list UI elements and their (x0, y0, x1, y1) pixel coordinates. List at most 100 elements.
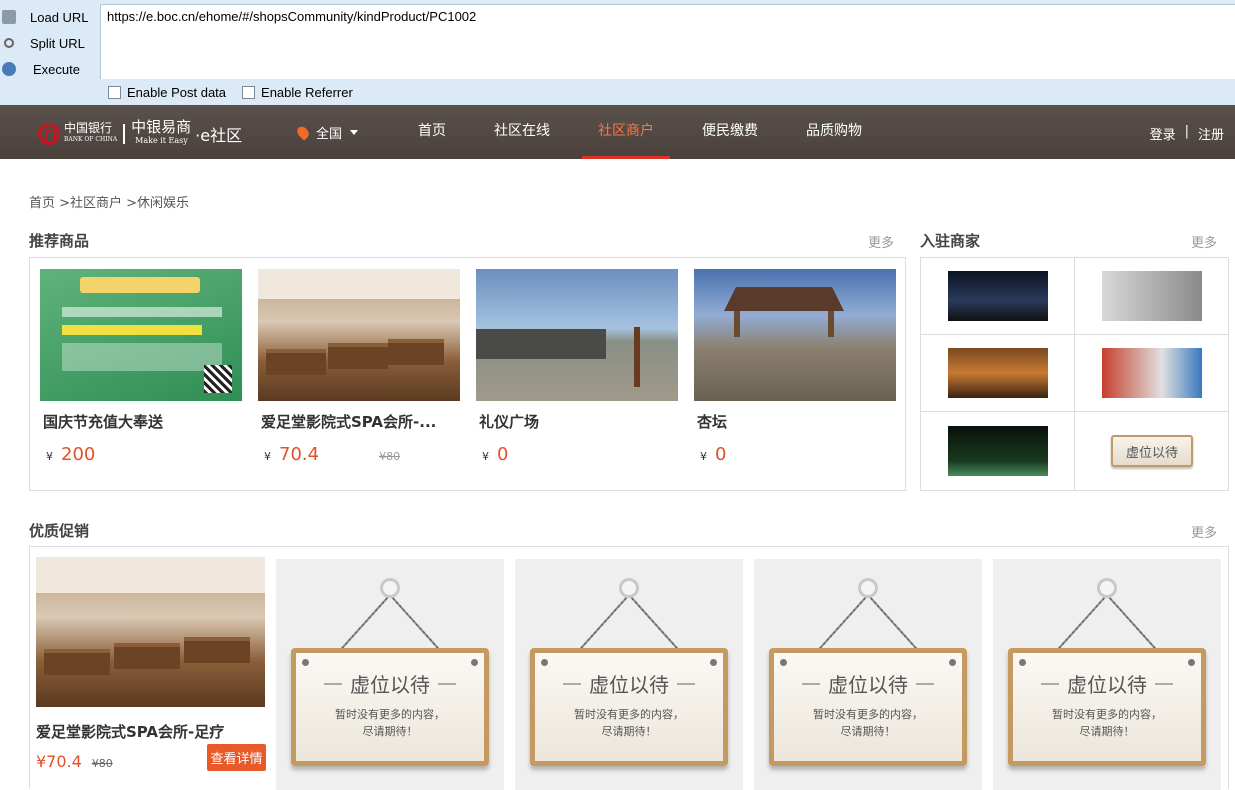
placeholder-text: 暂时没有更多的内容， 尽请期待！ (296, 706, 484, 740)
product-price-row: ¥ 70.4 ¥80 (264, 444, 460, 465)
merchant-tile[interactable] (921, 412, 1075, 490)
merchant-logo[interactable] (1102, 348, 1202, 398)
merchant-logo[interactable] (947, 426, 1048, 476)
placeholder-line: 暂时没有更多的内容， (813, 708, 923, 721)
play-icon (2, 62, 16, 76)
site-nav: 中国银行 BANK OF CHINA 中银易商 Make it Easy ·e社… (0, 105, 1235, 159)
product-price: 0 (497, 444, 509, 465)
boc-logo-icon (38, 123, 60, 145)
hook-icon (380, 578, 400, 598)
placeholder-title: 虚位以待 (296, 669, 484, 698)
product-price: 70.4 (279, 444, 320, 465)
product-image[interactable] (258, 269, 460, 401)
placeholder-panel: 虚位以待 暂时没有更多的内容， 尽请期待！ (515, 559, 743, 790)
auth-separator: | (1184, 124, 1189, 139)
breadcrumb[interactable]: 首页 >社区商户 >休闲娱乐 (29, 192, 189, 211)
register-link[interactable]: 注册 (1198, 124, 1224, 143)
merchant-tile[interactable] (921, 258, 1075, 335)
merchants-more-link[interactable]: 更多 (1191, 232, 1217, 251)
product-name[interactable]: 爱足堂影院式SPA会所-... (261, 411, 460, 432)
promotions-section: 爱足堂影院式SPA会所-足疗 ¥70.4 ¥80 查看详情 虚位以待 暂时没有更… (29, 546, 1229, 790)
location-label: 全国 (316, 127, 343, 142)
enable-referrer-label: Enable Referrer (261, 84, 353, 100)
product-card[interactable]: 爱足堂影院式SPA会所-... ¥ 70.4 ¥80 (258, 269, 460, 465)
location-selector[interactable]: 全国 (294, 123, 359, 142)
currency-symbol: ¥ (264, 450, 271, 463)
scissors-icon (4, 38, 14, 48)
placeholder-line: 尽请期待！ (1079, 725, 1135, 738)
recommended-more-link[interactable]: 更多 (868, 232, 894, 251)
product-card[interactable]: 杏坛 ¥ 0 (694, 269, 896, 465)
product-card[interactable]: 国庆节充值大奉送 ¥ 200 (40, 269, 242, 465)
checkbox-box[interactable] (108, 85, 121, 99)
placeholder-panel: 虚位以待 暂时没有更多的内容， 尽请期待！ (754, 559, 982, 790)
placeholder-line: 尽请期待！ (601, 725, 657, 738)
merchants-title: 入驻商家 (920, 232, 981, 250)
product-image[interactable] (40, 269, 242, 401)
currency-symbol: ¥ (46, 450, 53, 463)
merchant-logo[interactable] (947, 271, 1048, 321)
placeholder-title: 虚位以待 (1013, 669, 1201, 698)
product-price-row: ¥ 200 (46, 444, 242, 465)
placeholder-line: 暂时没有更多的内容， (335, 708, 445, 721)
hackbar-toolbar: Load URL Split URL Execute https://e.boc… (0, 0, 1235, 105)
url-textarea[interactable]: https://e.boc.cn/ehome/#/shopsCommunity/… (100, 4, 1235, 79)
promotion-price-row: ¥70.4 ¥80 查看详情 (36, 744, 266, 780)
product-image[interactable] (694, 269, 896, 401)
product-image[interactable] (476, 269, 678, 401)
checkbox-box[interactable] (242, 85, 256, 99)
menu-item-bill-payment[interactable]: 便民缴费 (686, 105, 774, 159)
merchant-logo[interactable] (947, 348, 1048, 398)
promotion-price: ¥70.4 (36, 752, 82, 771)
split-url-label: Split URL (30, 35, 85, 51)
menu-item-home[interactable]: 首页 (402, 105, 462, 159)
placeholder-title: 虚位以待 (535, 669, 723, 698)
product-name[interactable]: 国庆节充值大奉送 (43, 411, 242, 432)
hackbar-options: Enable Post data Enable Referrer (100, 80, 361, 104)
placeholder-text: 暂时没有更多的内容， 尽请期待！ (535, 706, 723, 740)
merchants-grid: 虚位以待 (920, 257, 1229, 491)
promotion-card[interactable]: 爱足堂影院式SPA会所-足疗 ¥70.4 ¥80 查看详情 (36, 557, 266, 780)
enable-referrer-checkbox[interactable]: Enable Referrer (242, 85, 353, 100)
promotion-image[interactable] (36, 557, 265, 707)
placeholder-panel: 虚位以待 暂时没有更多的内容， 尽请期待！ (993, 559, 1221, 790)
product-name[interactable]: 礼仪广场 (479, 411, 678, 432)
recommended-title: 推荐商品 (29, 232, 90, 250)
load-url-button[interactable]: Load URL (0, 4, 100, 30)
execute-label: Execute (33, 61, 80, 77)
merchant-placeholder-tile: 虚位以待 (1075, 412, 1229, 490)
product-name[interactable]: 杏坛 (697, 411, 896, 432)
split-url-button[interactable]: Split URL (0, 30, 100, 56)
location-pin-icon (294, 124, 312, 141)
logo-subtitle: ·e社区 (195, 126, 243, 145)
enable-post-checkbox[interactable]: Enable Post data (108, 85, 226, 100)
execute-button[interactable]: Execute (0, 56, 100, 82)
main-menu: 首页 社区在线 社区商户 便民缴费 品质购物 (402, 105, 894, 159)
placeholder-line: 暂时没有更多的内容， (1052, 708, 1162, 721)
menu-item-quality-shopping[interactable]: 品质购物 (790, 105, 878, 159)
chevron-down-icon (350, 130, 359, 135)
menu-item-community-online[interactable]: 社区在线 (478, 105, 566, 159)
placeholder-text: 暂时没有更多的内容， 尽请期待！ (774, 706, 962, 740)
currency-symbol: ¥ (482, 450, 489, 463)
site-logo[interactable]: 中国银行 BANK OF CHINA 中银易商 Make it Easy ·e社… (38, 119, 242, 149)
logo-main: 中银易商 Make it Easy (131, 120, 191, 148)
product-card[interactable]: 礼仪广场 ¥ 0 (476, 269, 678, 465)
boc-name-en: BANK OF CHINA (64, 136, 118, 143)
hook-icon (619, 578, 639, 598)
merchant-logo[interactable] (1102, 271, 1202, 321)
merchant-tile[interactable] (1075, 335, 1229, 412)
promotions-more-link[interactable]: 更多 (1191, 522, 1217, 541)
auth-links: 登录 | 注册 (1150, 124, 1224, 143)
logo-main-en: Make it Easy (135, 136, 188, 145)
merchant-tile[interactable] (921, 335, 1075, 412)
product-original-price: ¥80 (379, 450, 401, 463)
merchant-tile[interactable] (1075, 258, 1229, 335)
product-price-row: ¥ 0 (482, 444, 678, 465)
placeholder-line: 尽请期待！ (840, 725, 896, 738)
placeholder-board: 虚位以待 暂时没有更多的内容， 尽请期待！ (291, 648, 489, 766)
menu-item-community-merchants[interactable]: 社区商户 (582, 105, 670, 159)
login-link[interactable]: 登录 (1150, 124, 1176, 143)
promotion-name[interactable]: 爱足堂影院式SPA会所-足疗 (36, 721, 266, 742)
view-details-button[interactable]: 查看详情 (207, 744, 266, 771)
